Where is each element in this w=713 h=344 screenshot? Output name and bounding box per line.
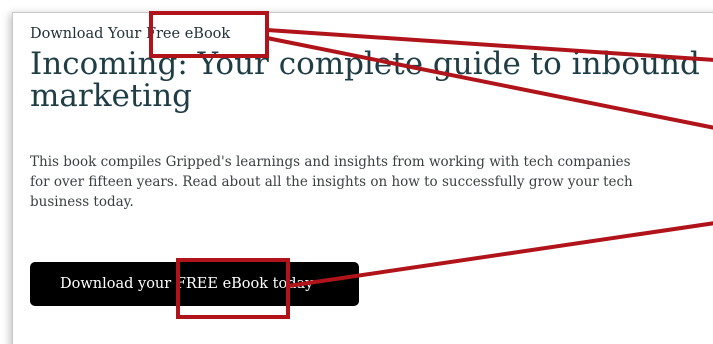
- eyebrow-highlight: Free eBook: [145, 26, 231, 42]
- cta-prefix: Download your: [60, 276, 176, 292]
- eyebrow-text: Download Your Free eBook: [30, 26, 230, 42]
- cta-suffix: today: [268, 276, 314, 292]
- cta-highlight: FREE eBook: [175, 276, 269, 292]
- page-title: Incoming: Your complete guide to inbound…: [30, 46, 700, 114]
- download-ebook-button[interactable]: Download your FREE eBook today: [30, 262, 359, 306]
- description-text: This book compiles Gripped's learnings a…: [30, 154, 633, 210]
- eyebrow-prefix: Download Your: [30, 26, 146, 42]
- screenshot-frame: Download Your Free eBook Incoming: Your …: [0, 0, 713, 344]
